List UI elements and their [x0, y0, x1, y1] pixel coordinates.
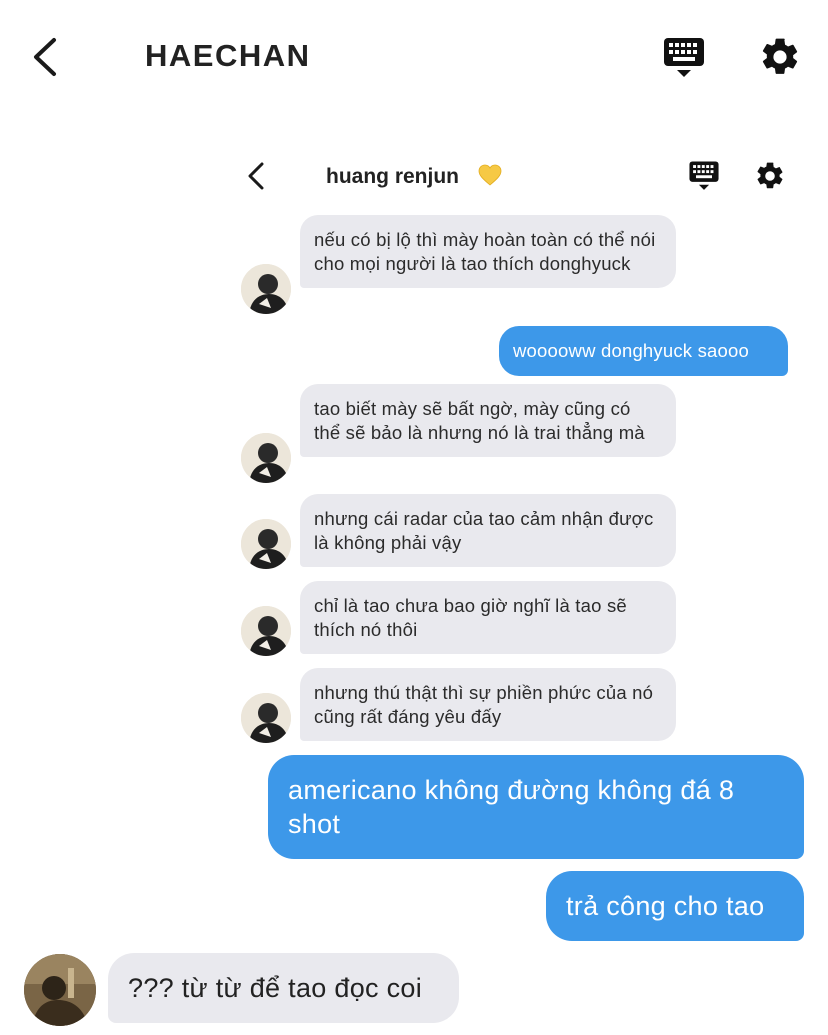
keyboard-icon[interactable] — [662, 36, 706, 80]
contact-avatar[interactable] — [241, 264, 291, 314]
incoming-message: nhưng thú thật thì sự phiền phức của nó … — [300, 668, 676, 741]
yellow-heart-icon — [478, 164, 502, 186]
outgoing-message: trả công cho tao — [546, 871, 804, 941]
inner-keyboard-icon[interactable] — [688, 160, 720, 192]
outgoing-message: wooooww donghyuck saooo — [499, 326, 788, 376]
incoming-message: nếu có bị lộ thì mày hoàn toàn có thể nó… — [300, 215, 676, 288]
contact-avatar[interactable] — [24, 954, 96, 1026]
back-chevron-icon[interactable] — [30, 36, 62, 78]
chat-title: HAECHAN — [145, 38, 311, 73]
inner-chat-title: huang renjun — [326, 165, 459, 188]
incoming-message: nhưng cái radar của tao cảm nhận được là… — [300, 494, 676, 567]
incoming-message: chỉ là tao chưa bao giờ nghĩ là tao sẽ t… — [300, 581, 676, 654]
outgoing-message: americano không đường không đá 8 shot — [268, 755, 804, 859]
incoming-message: tao biết mày sẽ bất ngờ, mày cũng có thể… — [300, 384, 676, 457]
inner-back-chevron-icon[interactable] — [245, 160, 267, 192]
incoming-message: ??? từ từ để tao đọc coi — [108, 953, 459, 1023]
contact-avatar[interactable] — [241, 519, 291, 569]
contact-avatar[interactable] — [241, 693, 291, 743]
contact-avatar[interactable] — [241, 606, 291, 656]
gear-icon[interactable] — [758, 35, 802, 79]
contact-avatar[interactable] — [241, 433, 291, 483]
inner-gear-icon[interactable] — [754, 160, 786, 192]
